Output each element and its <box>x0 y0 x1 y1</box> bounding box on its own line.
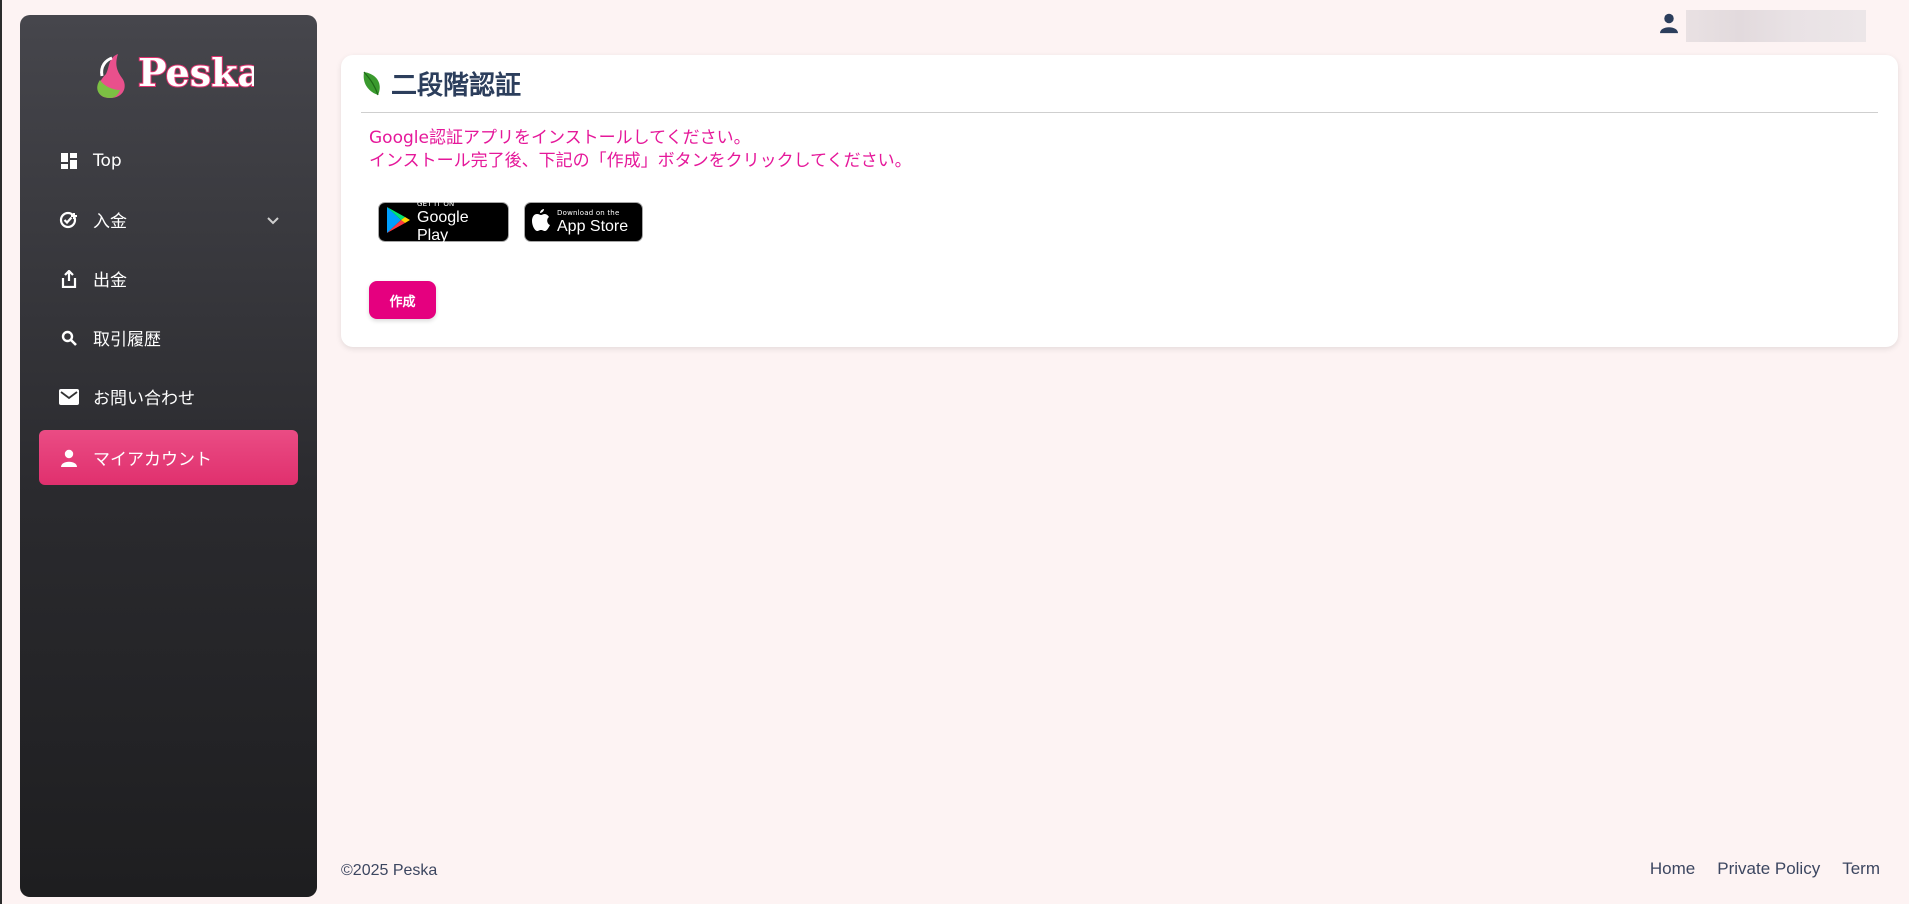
footer-link-home[interactable]: Home <box>1650 859 1695 879</box>
search-icon <box>59 328 79 348</box>
sidebar-item-label: マイアカウント <box>93 450 212 470</box>
footer-link-private-policy[interactable]: Private Policy <box>1717 859 1820 879</box>
card-header: 二段階認証 <box>361 55 1878 113</box>
sidebar-item-top[interactable]: Top <box>39 133 298 188</box>
badge-big-text: App Store <box>557 217 629 235</box>
sidebar-item-contact[interactable]: お問い合わせ <box>39 369 298 424</box>
sidebar-item-withdraw[interactable]: 出金 <box>39 251 298 306</box>
badge-big-text: Google Play <box>417 208 469 244</box>
instruction-line-2: インストール完了後、下記の「作成」ボタンをクリックしてください。 <box>369 151 912 171</box>
footer-link-term[interactable]: Term <box>1842 859 1880 879</box>
badge-small-text: Download on the <box>557 208 620 217</box>
sidebar-item-my-account[interactable]: マイアカウント <box>39 430 298 485</box>
instruction-line-1: Google認証アプリをインストールしてください。 <box>369 128 751 148</box>
google-play-icon <box>385 206 411 238</box>
mail-icon <box>59 387 79 407</box>
google-play-badge[interactable]: GET IT ON Google Play <box>378 199 509 244</box>
create-button[interactable]: 作成 <box>369 281 436 319</box>
user-icon[interactable] <box>1660 12 1678 38</box>
leaf-icon <box>361 68 383 100</box>
sidebar-item-label: 出金 <box>93 271 127 291</box>
window-edge <box>0 0 2 904</box>
install-instructions: Google認証アプリをインストールしてください。 インストール完了後、下記の「… <box>369 127 912 173</box>
sidebar-item-label: 取引履歴 <box>93 330 161 350</box>
withdraw-icon <box>59 269 79 289</box>
apple-icon <box>531 208 551 236</box>
logo-mark-icon: Peska <box>96 49 254 98</box>
dashboard-icon <box>59 151 79 171</box>
sidebar-item-deposit[interactable]: 入金 <box>39 192 298 247</box>
sidebar-item-label: Top <box>93 150 122 171</box>
sidebar-item-label: お問い合わせ <box>93 389 195 409</box>
app-store-badge[interactable]: Download on the App Store <box>524 202 643 242</box>
user-icon <box>59 448 79 468</box>
two-factor-card: 二段階認証 Google認証アプリをインストールしてください。 インストール完了… <box>341 55 1898 347</box>
copyright: ©2025 Peska <box>341 862 438 879</box>
store-badges: GET IT ON Google Play Download on the Ap… <box>378 199 643 244</box>
deposit-icon <box>59 210 79 230</box>
user-name-redacted[interactable] <box>1686 10 1866 42</box>
badge-small-text: GET IT ON <box>417 199 455 208</box>
sidebar-item-history[interactable]: 取引履歴 <box>39 310 298 365</box>
logo-text: Peska <box>138 50 254 95</box>
sidebar-item-label: 入金 <box>93 212 127 232</box>
sidebar: Peska Top 入金 出金 取引履歴 お問い合わせ マイアカウント <box>20 15 317 897</box>
footer-links: Home Private Policy Term <box>1628 859 1880 879</box>
page-title: 二段階認証 <box>391 71 522 101</box>
sidebar-nav: Top 入金 出金 取引履歴 お問い合わせ マイアカウント <box>39 133 298 489</box>
chevron-down-icon[interactable] <box>266 211 280 231</box>
peska-logo[interactable]: Peska <box>20 29 317 109</box>
